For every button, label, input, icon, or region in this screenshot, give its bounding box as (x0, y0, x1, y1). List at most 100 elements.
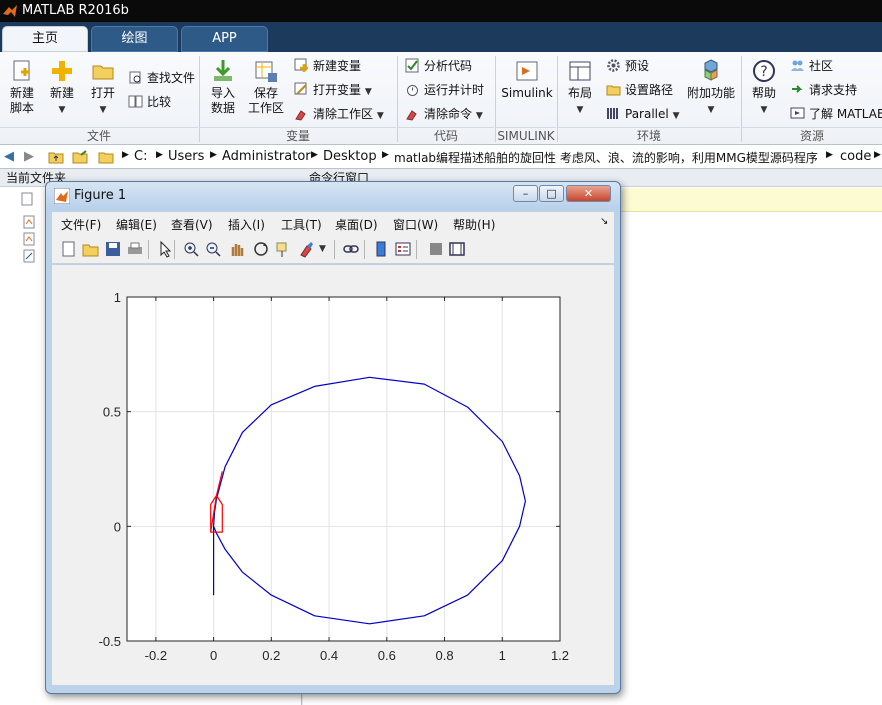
brush-icon[interactable] (298, 240, 316, 258)
open-file-icon[interactable] (82, 240, 100, 258)
data-cursor-icon[interactable] (274, 240, 292, 258)
clear-workspace-button[interactable]: 清除工作区 ▼ (294, 105, 384, 125)
forward-icon[interactable]: ▶ (24, 149, 34, 164)
plot-svg[interactable]: -0.2 0 0.2 0.4 0.6 0.8 1 1.2 -0.5 0 0.5 1 (52, 265, 614, 685)
menu-desktop[interactable]: 桌面(D) (335, 216, 378, 233)
menu-help[interactable]: 帮助(H) (453, 216, 495, 233)
open-button[interactable]: 打开 ▼ (85, 58, 121, 118)
request-support-button[interactable]: 请求支持 (790, 81, 857, 99)
analyze-code-label: 分析代码 (424, 59, 473, 73)
brush-dropdown-icon[interactable]: ▼ (319, 244, 326, 254)
breadcrumb-users[interactable]: Users (168, 149, 204, 164)
browse-folder-icon[interactable] (72, 149, 88, 165)
toolbar-separator (416, 240, 417, 259)
menu-file[interactable]: 文件(F) (61, 216, 101, 233)
new-figure-icon[interactable] (60, 240, 78, 258)
m-file-icon[interactable] (22, 232, 36, 246)
x-tick-label: 0.6 (378, 648, 396, 663)
community-label: 社区 (809, 59, 834, 73)
breadcrumb-code[interactable]: code (840, 149, 871, 164)
zoom-out-icon[interactable] (204, 240, 222, 258)
fig-file-icon[interactable] (22, 249, 36, 263)
chevron-down-icon: ▼ (376, 111, 384, 121)
folder-path-icon (606, 85, 621, 96)
set-path-label: 设置路径 (625, 83, 674, 97)
breadcrumb-project-folder[interactable]: matlab编程描述船舶的旋回性 考虑风、浪、流的影响，利用MMG模型源码程序 (394, 149, 820, 166)
address-bar[interactable]: ◀ ▶ ▶ C: ▶ Users ▶ Administrator ▶ Deskt… (0, 145, 882, 169)
preferences-button[interactable]: 预设 (606, 57, 649, 75)
pointer-icon[interactable] (156, 240, 174, 258)
colorbar-icon[interactable] (372, 240, 390, 258)
analyze-code-button[interactable]: 分析代码 (405, 57, 472, 75)
layout-button[interactable]: 布局 ▼ (562, 58, 598, 118)
up-folder-icon[interactable] (48, 149, 64, 165)
print-icon[interactable] (126, 240, 144, 258)
chevron-down-icon: ▼ (364, 87, 372, 97)
menu-view[interactable]: 查看(V) (171, 216, 213, 233)
x-tick-label: 0.8 (435, 648, 453, 663)
help-button[interactable]: ? 帮助 ▼ (746, 58, 782, 118)
tab-home[interactable]: 主页 (2, 26, 88, 52)
clear-workspace-label: 清除工作区 (313, 107, 374, 121)
svg-text:?: ? (760, 64, 767, 80)
breadcrumb-separator-icon: ▶ (382, 150, 389, 160)
save-icon[interactable] (104, 240, 122, 258)
new-variable-button[interactable]: 新建变量 (294, 57, 361, 75)
back-icon[interactable]: ◀ (4, 149, 14, 164)
zoom-in-icon[interactable] (182, 240, 200, 258)
breadcrumb-administrator[interactable]: Administrator (222, 149, 311, 164)
save-workspace-button[interactable]: 保存 工作区 (245, 58, 287, 116)
tab-plots[interactable]: 绘图 (91, 26, 178, 52)
close-button[interactable]: ✕ (566, 185, 611, 202)
rotate-icon[interactable] (252, 240, 270, 258)
figure-canvas[interactable]: -0.2 0 0.2 0.4 0.6 0.8 1 1.2 -0.5 0 0.5 1 (52, 265, 614, 685)
parallel-icon (607, 108, 618, 119)
menu-tools[interactable]: 工具(T) (281, 216, 322, 233)
group-label-variable: 变量 (200, 127, 396, 144)
menu-dock-icon[interactable]: ↘ (600, 216, 608, 227)
matlab-logo-icon (3, 5, 17, 17)
breadcrumb-desktop[interactable]: Desktop (323, 149, 377, 164)
x-tick-label: -0.2 (145, 648, 167, 663)
x-tick-label: 0 (210, 648, 217, 663)
new-button[interactable]: 新建 ▼ (44, 58, 80, 118)
learn-matlab-label: 了解 MATLAB (809, 107, 882, 121)
add-ons-button[interactable]: 附加功能 ▼ (686, 58, 736, 118)
figure-title: Figure 1 (74, 188, 127, 203)
maximize-button[interactable]: □ (539, 185, 564, 202)
x-tick-label: 1 (499, 648, 506, 663)
menu-insert[interactable]: 插入(I) (228, 216, 265, 233)
tab-apps[interactable]: APP (181, 26, 268, 52)
find-files-button[interactable]: 查找文件 (128, 69, 195, 87)
breadcrumb-separator-icon: ▶ (156, 150, 163, 160)
plot-area[interactable] (127, 297, 560, 641)
legend-icon[interactable] (394, 240, 412, 258)
import-data-button[interactable]: 导入 数据 (204, 58, 242, 116)
open-variable-button[interactable]: 打开变量 ▼ (294, 81, 372, 101)
figure-title-bar[interactable]: Figure 1 – □ ✕ (46, 182, 620, 210)
chevron-down-icon: ▼ (475, 111, 483, 121)
simulink-button[interactable]: Simulink (500, 58, 554, 101)
learn-matlab-button[interactable]: 了解 MATLAB (790, 105, 882, 123)
clear-commands-button[interactable]: 清除命令 ▼ (405, 105, 483, 125)
hide-plot-tools-icon[interactable] (427, 240, 445, 258)
pan-icon[interactable] (228, 240, 246, 258)
link-icon[interactable] (342, 240, 360, 258)
show-plot-tools-icon[interactable] (448, 240, 466, 258)
add-ons-label: 附加功能 (686, 86, 735, 100)
breadcrumb-drive[interactable]: C: (134, 149, 147, 164)
run-and-time-button[interactable]: 运行并计时 (405, 81, 484, 99)
menu-window[interactable]: 窗口(W) (393, 216, 438, 233)
figure-window: Figure 1 – □ ✕ 文件(F) 编辑(E) 查看(V) 插入(I) 工… (45, 181, 621, 694)
m-file-icon[interactable] (22, 215, 36, 229)
set-path-button[interactable]: 设置路径 (606, 81, 673, 99)
new-script-button[interactable]: 新建 脚本 (4, 58, 40, 116)
compare-button[interactable]: 比较 (128, 93, 171, 111)
menu-edit[interactable]: 编辑(E) (116, 216, 157, 233)
community-button[interactable]: 社区 (790, 57, 833, 75)
toolbar-separator (334, 240, 335, 259)
minimize-button[interactable]: – (513, 185, 538, 202)
learn-icon (790, 107, 805, 119)
new-script-label-2: 脚本 (9, 101, 34, 115)
parallel-button[interactable]: Parallel ▼ (606, 105, 679, 125)
